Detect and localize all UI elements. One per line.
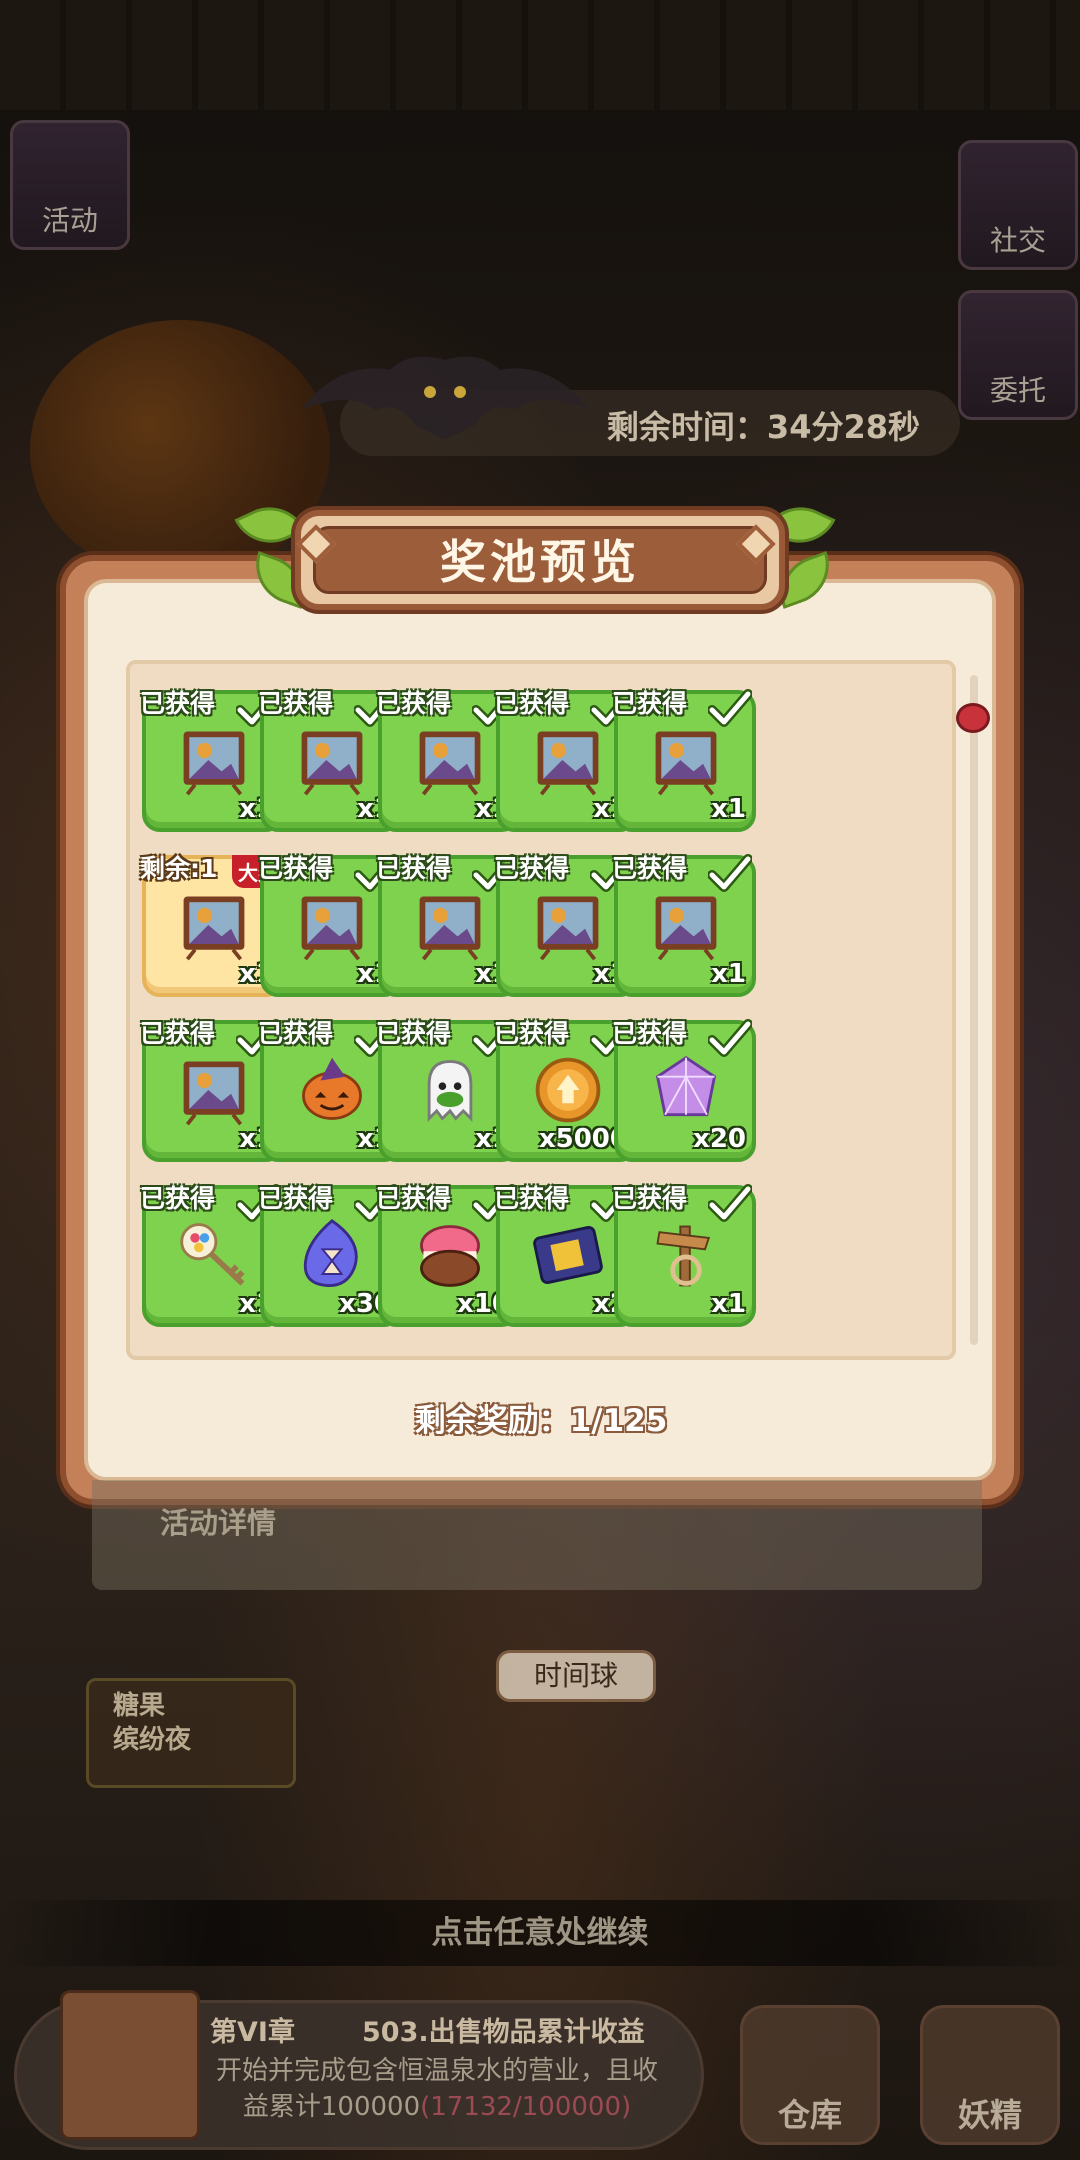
prize-status: 已获得 — [494, 1019, 570, 1048]
prize-status: 已获得 — [376, 1184, 452, 1213]
prize-quantity: x1 — [711, 794, 746, 824]
gem-icon — [655, 1055, 717, 1117]
painting-icon — [655, 731, 717, 796]
painting-icon — [183, 1061, 245, 1126]
prize-status: 剩余:1 — [140, 854, 218, 883]
time-ball-label[interactable]: 时间球 — [496, 1650, 656, 1702]
prize-status: 已获得 — [494, 1184, 570, 1213]
painting-icon — [655, 896, 717, 961]
ladybug-scroll-thumb-icon[interactable] — [956, 703, 990, 733]
quest-title: 503.出售物品累计收益 — [362, 2017, 645, 2048]
prize-status: 已获得 — [258, 689, 334, 718]
activity-label: 活动 — [41, 204, 98, 237]
painting-icon — [419, 731, 481, 796]
ghost-icon — [427, 1060, 473, 1122]
event-detail-label[interactable]: 活动详情 — [160, 1500, 276, 1542]
warehouse-label: 仓库 — [777, 2096, 842, 2134]
prize-status: 已获得 — [612, 689, 688, 718]
prize-cell[interactable]: 已获得 x1 — [612, 854, 756, 997]
key-icon — [180, 1223, 245, 1286]
ticket-icon — [533, 1226, 603, 1284]
macaron-icon — [420, 1225, 480, 1287]
prize-status: 已获得 — [258, 1019, 334, 1048]
event-card-label: 糖果 缤纷夜 — [113, 1691, 192, 1755]
remaining-rewards: 剩余奖励：1/125 — [414, 1403, 668, 1439]
prize-status: 已获得 — [258, 1184, 334, 1213]
modal-title-plate: 奖池预览 — [295, 510, 785, 610]
prize-status: 已获得 — [140, 1184, 216, 1213]
tap-to-continue[interactable]: 点击任意处继续 — [0, 1900, 1080, 1966]
painting-icon — [301, 896, 363, 961]
bat-icon — [300, 356, 590, 440]
fairy-button[interactable]: 妖精 — [920, 2005, 1060, 2145]
prize-status: 已获得 — [140, 1019, 216, 1048]
prize-status: 已获得 — [612, 854, 688, 883]
painting-icon — [301, 731, 363, 796]
painting-icon — [537, 731, 599, 796]
prize-status: 已获得 — [376, 1019, 452, 1048]
pumpkin-icon — [302, 1057, 362, 1120]
quest-description: 开始并完成包含恒温泉水的营业，且收益累计100000(17132/100000) — [212, 2053, 662, 2125]
modal-title: 奖池预览 — [313, 526, 767, 594]
painting-icon — [183, 731, 245, 796]
prize-status: 已获得 — [376, 854, 452, 883]
social-button[interactable]: 社交 — [958, 140, 1078, 270]
quest-progress: (17132/100000) — [420, 2092, 632, 2122]
signpost-icon — [656, 1225, 711, 1287]
prize-cell[interactable]: 已获得 x20 — [612, 1019, 756, 1162]
prize-status: 已获得 — [494, 689, 570, 718]
pumpkin-decoration — [30, 320, 330, 580]
prize-status: 已获得 — [494, 854, 570, 883]
painting-icon — [419, 896, 481, 961]
hourglass-icon — [303, 1219, 358, 1287]
quest-chapter: 第VI章 — [210, 2017, 295, 2048]
prize-quantity: x20 — [693, 1124, 746, 1154]
warehouse-button[interactable]: 仓库 — [740, 2005, 880, 2145]
painting-icon — [183, 896, 245, 961]
prize-status: 已获得 — [140, 689, 216, 718]
prize-status: 已获得 — [612, 1019, 688, 1048]
activity-button[interactable]: 活动 — [10, 120, 130, 250]
social-label: 社交 — [989, 224, 1046, 257]
prize-status: 已获得 — [258, 854, 334, 883]
scrollbar[interactable] — [970, 675, 978, 1345]
event-card[interactable]: 糖果 缤纷夜 — [86, 1678, 296, 1788]
prize-status: 已获得 — [612, 1184, 688, 1213]
prize-status: 已获得 — [376, 689, 452, 718]
bookshelf-decoration — [0, 0, 1080, 110]
prize-quantity: x1 — [711, 959, 746, 989]
book-icon — [60, 1990, 200, 2140]
coin-icon — [535, 1057, 601, 1123]
commission-button[interactable]: 委托 — [958, 290, 1078, 420]
prize-quantity: x1 — [711, 1289, 746, 1319]
fairy-label: 妖精 — [957, 2096, 1022, 2134]
prize-cell[interactable]: 已获得 x1 — [612, 689, 756, 832]
painting-icon — [537, 896, 599, 961]
prize-cell[interactable]: 已获得 x1 — [612, 1184, 756, 1327]
commission-label: 委托 — [989, 374, 1046, 407]
